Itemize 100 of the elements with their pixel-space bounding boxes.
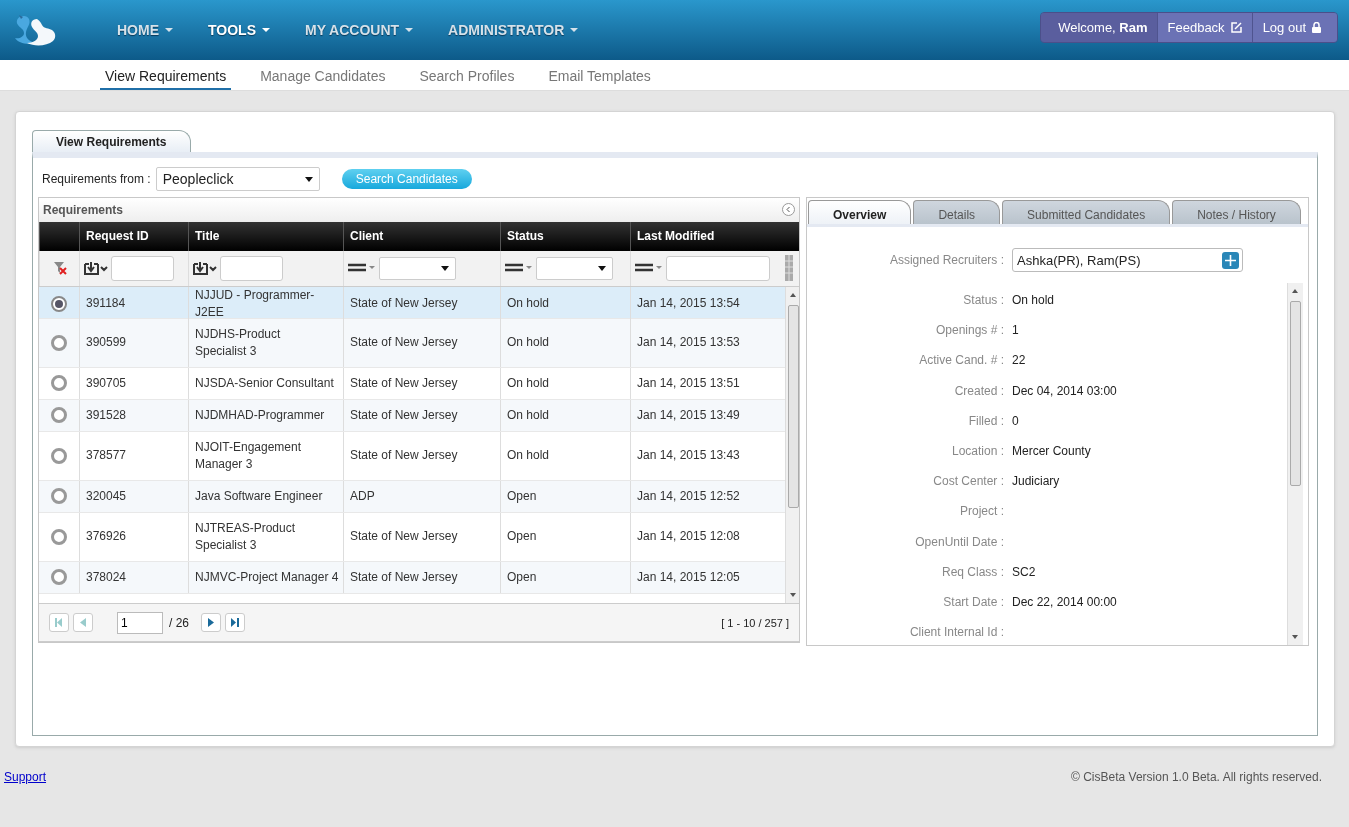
filter-type-icon[interactable] bbox=[635, 263, 663, 274]
table-cell: On hold bbox=[500, 318, 630, 367]
recruiters-field[interactable]: Ashka(PR), Ram(PS) bbox=[1012, 248, 1243, 272]
caret-icon bbox=[261, 28, 270, 32]
next-page-button[interactable] bbox=[201, 613, 221, 633]
lock-icon bbox=[1312, 22, 1321, 33]
add-button[interactable] bbox=[1222, 251, 1239, 269]
table-cell: 378577 bbox=[79, 431, 188, 480]
field-label: Active Cand. # : bbox=[918, 353, 1005, 368]
calendar-icon[interactable] bbox=[785, 255, 793, 282]
table-cell: On hold bbox=[500, 399, 630, 431]
table-cell: On hold bbox=[500, 367, 630, 399]
caret-icon bbox=[570, 28, 579, 32]
table-cell: State of New Jersey bbox=[343, 512, 500, 561]
edit-icon bbox=[1230, 22, 1242, 33]
previous-page-button[interactable] bbox=[73, 613, 93, 633]
caret-icon bbox=[405, 28, 414, 32]
subnav-tab[interactable]: Email Templates bbox=[543, 60, 656, 90]
subnav-tab[interactable]: Search Profiles bbox=[414, 60, 520, 90]
scrollbar[interactable] bbox=[1287, 283, 1303, 645]
record-range: [ 1 - 10 / 257 ] bbox=[721, 616, 789, 629]
collapse-icon[interactable] bbox=[782, 203, 795, 217]
row-radio[interactable] bbox=[51, 334, 67, 351]
grid-title: Requirements bbox=[43, 202, 124, 217]
table-cell: State of New Jersey bbox=[343, 318, 500, 367]
filter-field[interactable] bbox=[666, 255, 770, 281]
table-cell: 390705 bbox=[79, 367, 188, 399]
first-page-button[interactable] bbox=[49, 613, 69, 633]
row-radio[interactable] bbox=[51, 488, 67, 505]
column-header[interactable]: Status bbox=[500, 221, 630, 251]
row-radio[interactable] bbox=[51, 447, 67, 464]
field-label: Status : bbox=[962, 293, 1005, 308]
column-header[interactable]: Title bbox=[188, 221, 343, 251]
page-field[interactable]: 1 bbox=[117, 611, 163, 634]
subnav-tab[interactable]: Manage Candidates bbox=[255, 60, 391, 90]
row-radio[interactable] bbox=[51, 407, 67, 424]
logout-button[interactable]: Log out bbox=[1251, 13, 1337, 42]
detail-tab[interactable]: Details bbox=[913, 200, 1001, 224]
filter-field[interactable] bbox=[220, 255, 283, 281]
copyright-text: © CisBeta Version 1.0 Beta. All rights reserved. bbox=[1071, 770, 1322, 784]
table-cell: 376926 bbox=[79, 512, 188, 561]
field-value: SC2 bbox=[1012, 564, 1036, 579]
field-label: Openings # : bbox=[934, 323, 1005, 338]
row-radio[interactable] bbox=[51, 295, 67, 312]
menu-item[interactable]: TOOLS bbox=[208, 22, 288, 38]
table-cell: Open bbox=[500, 561, 630, 593]
filter-type-icon[interactable] bbox=[348, 263, 376, 274]
table-cell: State of New Jersey bbox=[343, 431, 500, 480]
table-cell: NJDMHAD-Programmer bbox=[188, 399, 343, 431]
filter-type-icon[interactable] bbox=[84, 261, 108, 276]
page-total: / 26 bbox=[169, 615, 189, 630]
field-value: 1 bbox=[1012, 323, 1019, 338]
dropdown-icon bbox=[441, 265, 449, 271]
table-cell: 378024 bbox=[79, 561, 188, 593]
feedback-button[interactable]: Feedback bbox=[1156, 13, 1252, 42]
last-page-button[interactable] bbox=[225, 613, 245, 633]
field-label: OpenUntil Date : bbox=[914, 534, 1005, 549]
field-value: 0 bbox=[1012, 413, 1019, 428]
dropdown-icon bbox=[304, 176, 313, 182]
detail-tab[interactable]: Overview bbox=[808, 200, 912, 224]
field-label: Client Internal Id : bbox=[908, 625, 1005, 640]
menu-item[interactable]: HOME bbox=[117, 22, 191, 38]
filter-type-icon[interactable] bbox=[193, 261, 217, 276]
filter-field[interactable] bbox=[111, 255, 174, 281]
filter-type-icon[interactable] bbox=[505, 263, 533, 274]
detail-tab[interactable]: Notes / History bbox=[1172, 200, 1301, 224]
table-cell: NJTREAS-Product Specialist 3 bbox=[188, 512, 343, 561]
table-cell: NJDHS-Product Specialist 3 bbox=[188, 318, 343, 367]
menu-item[interactable]: MY ACCOUNT bbox=[304, 22, 432, 38]
support-link[interactable]: Support bbox=[4, 770, 47, 784]
detail-tab[interactable]: Submitted Candidates bbox=[1002, 200, 1171, 224]
column-header[interactable]: Last Modified bbox=[630, 221, 785, 251]
table-cell: State of New Jersey bbox=[343, 399, 500, 431]
column-header[interactable]: Request ID bbox=[79, 221, 188, 251]
field-label: Filled : bbox=[967, 413, 1005, 428]
column-header[interactable]: Client bbox=[343, 221, 500, 251]
source-dropdown[interactable]: Peopleclick bbox=[155, 167, 320, 191]
dropdown-icon bbox=[598, 265, 606, 271]
table-cell: Java Software Engineer bbox=[188, 480, 343, 512]
field-value: On hold bbox=[1012, 293, 1055, 308]
caret-icon bbox=[165, 28, 173, 32]
page-tab[interactable]: View Requirements bbox=[32, 130, 192, 152]
field-value: Mercer County bbox=[1012, 444, 1091, 459]
field-value: Judiciary bbox=[1012, 474, 1060, 489]
row-radio[interactable] bbox=[51, 375, 67, 392]
plus-icon bbox=[1225, 254, 1236, 266]
row-radio[interactable] bbox=[51, 569, 67, 586]
clear-filter-icon[interactable] bbox=[52, 261, 67, 276]
table-cell: State of New Jersey bbox=[343, 367, 500, 399]
scrollbar[interactable] bbox=[785, 286, 799, 604]
table-cell: Open bbox=[500, 480, 630, 512]
field-label: Req Class : bbox=[940, 564, 1005, 579]
menu-item[interactable]: ADMINISTRATOR bbox=[448, 22, 597, 38]
row-radio[interactable] bbox=[51, 528, 67, 545]
subnav-tab[interactable]: View Requirements bbox=[100, 60, 232, 90]
table-cell: NJSDA-Senior Consultant bbox=[188, 367, 343, 399]
field-label: Start Date : bbox=[942, 594, 1005, 609]
table-cell: NJOIT-Engagement Manager 3 bbox=[188, 431, 343, 480]
table-cell: 320045 bbox=[79, 480, 188, 512]
field-label: Cost Center : bbox=[932, 474, 1005, 489]
